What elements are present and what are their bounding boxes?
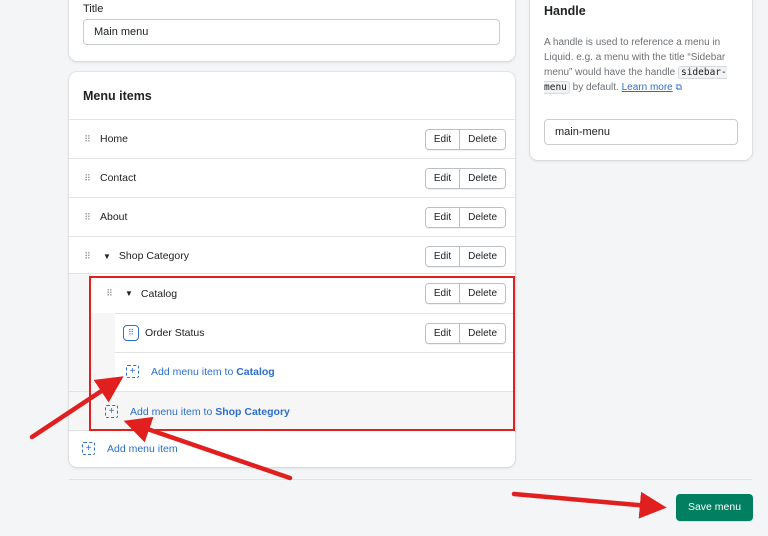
handle-heading: Handle bbox=[544, 4, 586, 18]
item-actions: Edit Delete bbox=[424, 246, 506, 267]
title-card: Title Main menu bbox=[69, 0, 515, 61]
arrow-to-save bbox=[511, 491, 667, 519]
edit-button[interactable]: Edit bbox=[425, 208, 460, 227]
delete-button[interactable]: Delete bbox=[459, 284, 505, 303]
add-to-shop-category-button[interactable]: + Add menu item to Shop Category bbox=[105, 405, 290, 418]
menu-item-catalog[interactable]: ⠿ ▼ Catalog Edit Delete bbox=[91, 274, 515, 313]
add-to-catalog-row: + Add menu item to Catalog bbox=[115, 352, 515, 391]
delete-button[interactable]: Delete bbox=[459, 247, 505, 266]
save-menu-button[interactable]: Save menu bbox=[676, 494, 753, 521]
drag-handle-icon[interactable]: ⠿ bbox=[81, 212, 93, 223]
drag-handle-icon[interactable]: ⠿ bbox=[81, 173, 93, 184]
menu-item-contact[interactable]: ⠿ Contact Edit Delete bbox=[69, 158, 515, 197]
handle-description: A handle is used to reference a menu in … bbox=[544, 35, 740, 95]
add-menu-item-label: Add menu item bbox=[107, 442, 178, 455]
item-actions: Edit Delete bbox=[424, 283, 506, 304]
item-actions: Edit Delete bbox=[424, 207, 506, 228]
menu-item-label: Shop Category bbox=[118, 250, 189, 262]
add-to-shop-row: + Add menu item to Shop Category bbox=[69, 391, 515, 431]
menu-items-heading: Menu items bbox=[83, 89, 152, 103]
add-menu-item-button[interactable]: + Add menu item bbox=[82, 442, 178, 455]
add-to-catalog-target: Catalog bbox=[236, 365, 275, 378]
menu-item-shop-category[interactable]: ⠿ ▼ Shop Category Edit Delete bbox=[69, 236, 515, 275]
edit-button[interactable]: Edit bbox=[425, 324, 460, 343]
delete-button[interactable]: Delete bbox=[459, 130, 505, 149]
nest-indent bbox=[91, 313, 115, 391]
add-to-shop-target: Shop Category bbox=[215, 405, 290, 418]
menu-item-home[interactable]: ⠿ Home Edit Delete bbox=[69, 119, 515, 158]
add-item-icon: + bbox=[82, 442, 95, 455]
collapse-caret-icon[interactable]: ▼ bbox=[125, 289, 133, 298]
add-item-icon: + bbox=[105, 405, 118, 418]
title-input[interactable]: Main menu bbox=[83, 19, 500, 45]
edit-button[interactable]: Edit bbox=[425, 130, 460, 149]
learn-more-text: Learn more bbox=[621, 82, 673, 93]
menu-items-card: Menu items ⠿ Home Edit Delete ⠿ Contact … bbox=[69, 72, 515, 467]
edit-button[interactable]: Edit bbox=[425, 247, 460, 266]
handle-input[interactable]: main-menu bbox=[544, 119, 738, 145]
drag-handle-icon[interactable]: ⠿ bbox=[81, 251, 93, 262]
delete-button[interactable]: Delete bbox=[459, 208, 505, 227]
edit-button[interactable]: Edit bbox=[425, 169, 460, 188]
drag-handle-icon[interactable]: ⠿ bbox=[81, 134, 93, 145]
menu-item-order-status[interactable]: ⠿ Order Status Edit Delete bbox=[115, 313, 515, 352]
shop-category-children: ⠿ ▼ Catalog Edit Delete ⠿ Order Status E… bbox=[69, 273, 515, 430]
menu-item-label: Order Status bbox=[145, 327, 205, 339]
menu-item-label: Home bbox=[100, 133, 129, 145]
handle-card: Handle A handle is used to reference a m… bbox=[530, 0, 752, 160]
menu-item-about[interactable]: ⠿ About Edit Delete bbox=[69, 197, 515, 236]
add-to-catalog-button[interactable]: + Add menu item to Catalog bbox=[126, 365, 275, 378]
item-actions: Edit Delete bbox=[424, 129, 506, 150]
add-menu-item-row: + Add menu item bbox=[69, 430, 515, 467]
delete-button[interactable]: Delete bbox=[459, 324, 505, 343]
item-actions: Edit Delete bbox=[424, 323, 506, 344]
collapse-caret-icon[interactable]: ▼ bbox=[103, 252, 111, 261]
catalog-group: ⠿ ▼ Catalog Edit Delete ⠿ Order Status E… bbox=[91, 274, 515, 391]
menu-item-label: Catalog bbox=[140, 287, 178, 300]
add-to-catalog-prefix: Add menu item to bbox=[151, 365, 234, 378]
add-item-icon: + bbox=[126, 365, 139, 378]
edit-button[interactable]: Edit bbox=[425, 284, 460, 303]
menu-item-label: About bbox=[100, 211, 128, 223]
learn-more-link[interactable]: Learn more bbox=[622, 82, 673, 93]
footer-divider bbox=[69, 479, 752, 480]
delete-button[interactable]: Delete bbox=[459, 169, 505, 188]
add-to-shop-prefix: Add menu item to bbox=[130, 405, 213, 418]
external-link-icon: ⧉ bbox=[675, 82, 682, 92]
drag-handle-icon[interactable]: ⠿ bbox=[103, 288, 115, 299]
drag-handle-icon[interactable]: ⠿ bbox=[123, 325, 139, 341]
item-actions: Edit Delete bbox=[424, 168, 506, 189]
menu-item-label: Contact bbox=[100, 172, 137, 184]
handle-desc-text-2: by default. bbox=[572, 82, 619, 93]
title-label: Title bbox=[83, 3, 104, 15]
